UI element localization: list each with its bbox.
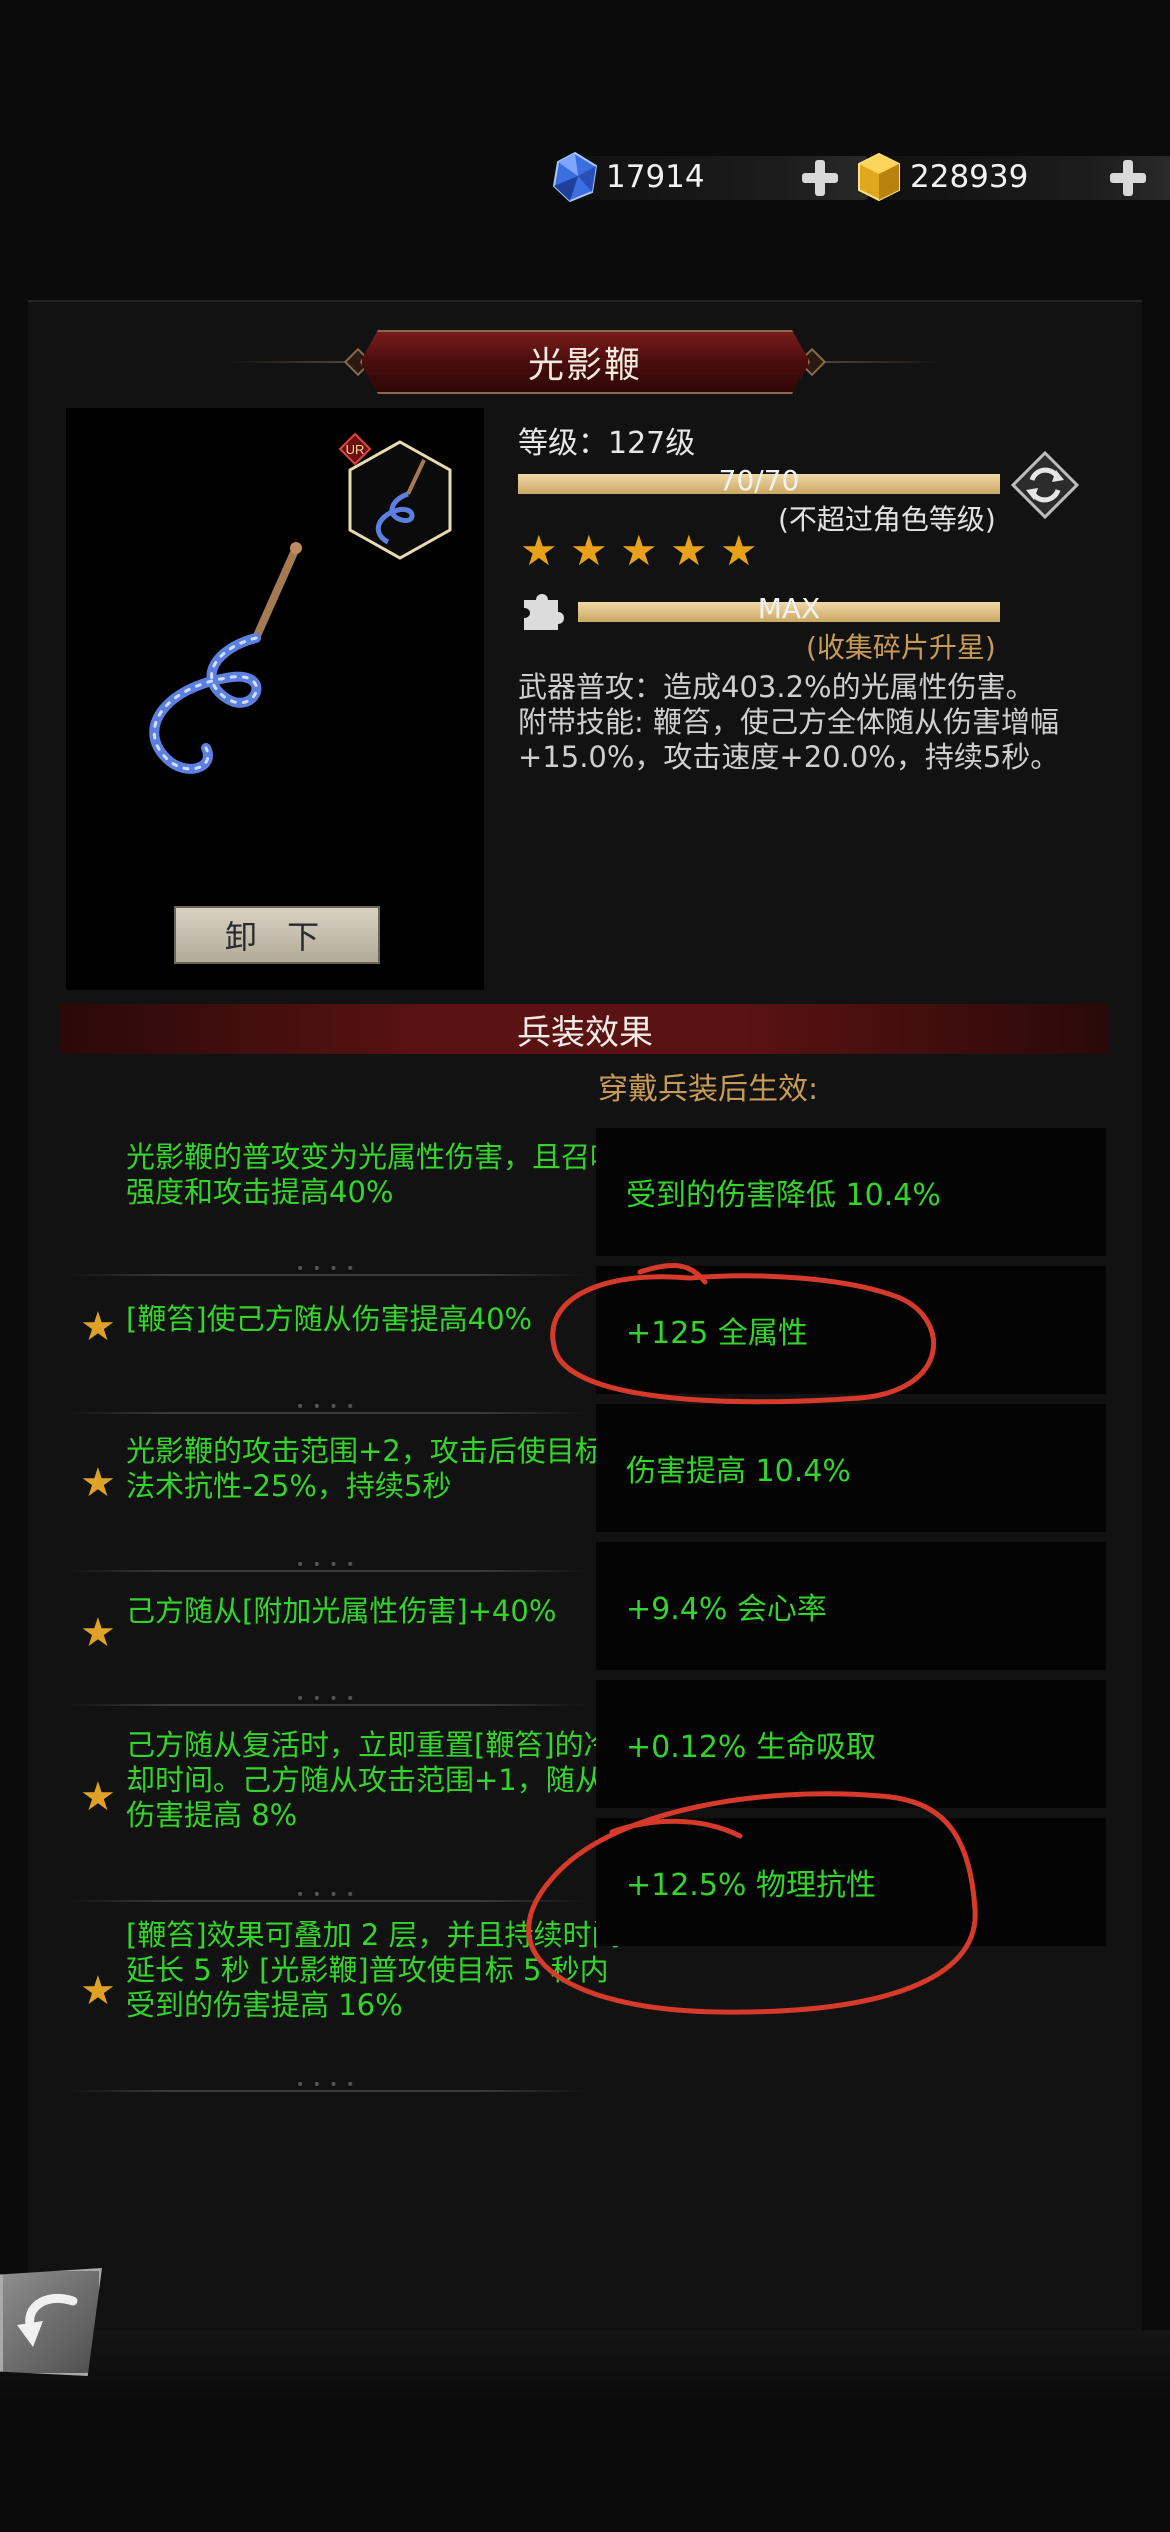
- stat-box: +125 全属性: [596, 1266, 1106, 1394]
- effect-item: ★ 己方随从复活时，立即重置[鞭笞]的冷却时间。己方随从攻击范围+1，随从伤害提…: [66, 1726, 613, 1903]
- fragment-progress-text: MAX: [757, 592, 821, 625]
- effect-text: 光影鞭的攻击范围+2，攻击后使目标法术抗性-25%，持续5秒: [126, 1434, 604, 1503]
- gem-amount: 17914: [606, 159, 705, 195]
- effect-item: ★ [鞭笞]效果可叠加 2 层，并且持续时间延长 5 秒 [光影鞭]普攻使目标 …: [66, 1916, 621, 2096]
- level-progress-text: 70/70: [718, 464, 800, 497]
- bottom-band: [0, 2330, 1170, 2400]
- star-icon: ★: [80, 1774, 116, 1820]
- gold-amount: 228939: [910, 159, 1029, 195]
- fragment-progress-bar: MAX: [578, 592, 1000, 625]
- star-icon: ★: [80, 1968, 116, 2014]
- whip-artwork: [149, 542, 302, 774]
- star-icon: ★: [570, 526, 608, 575]
- level-note: (不超过角色等级): [778, 503, 996, 536]
- back-button[interactable]: [0, 2268, 102, 2376]
- item-art-box: UR 卸 下: [66, 408, 484, 990]
- level-progress-bar: 70/70: [518, 464, 1000, 497]
- effect-item: ★ 光影鞭的攻击范围+2，攻击后使目标法术抗性-25%，持续5秒: [66, 1430, 604, 1573]
- upgrade-swap-icon[interactable]: [1010, 450, 1080, 520]
- item-name: 光影鞭: [527, 345, 642, 386]
- star-icon: ★: [80, 1460, 116, 1506]
- basic-attack-desc: 武器普攻：造成403.2%的光属性伤害。: [518, 670, 1035, 704]
- gold-currency: 228939: [852, 150, 1170, 204]
- stat-box: 受到的伤害降低 10.4%: [596, 1128, 1106, 1256]
- effects-section-header: 兵装效果: [60, 1004, 1110, 1054]
- back-arrow-icon: [17, 2293, 78, 2347]
- add-gems-button[interactable]: [800, 158, 840, 198]
- star-icon: ★: [720, 526, 758, 575]
- fragment-note: (收集碎片升星): [806, 631, 996, 664]
- star-icon: ★: [620, 526, 658, 575]
- stat-box: +0.12% 生命吸取: [596, 1680, 1106, 1808]
- gold-crystal-icon: [858, 152, 900, 202]
- gem-currency: 17914: [548, 150, 868, 204]
- item-level: 等级：127级: [518, 426, 696, 461]
- effect-text: [鞭笞]效果可叠加 2 层，并且持续时间延长 5 秒 [光影鞭]普攻使目标 5 …: [126, 1918, 621, 2022]
- effect-item: 光影鞭的普攻变为光属性伤害，且召唤强度和攻击提高40%: [66, 1136, 619, 1277]
- unequip-button[interactable]: 卸 下: [174, 906, 380, 964]
- item-description: 武器普攻：造成403.2%的光属性伤害。 附带技能: 鞭笞，使己方全体随从伤害增…: [518, 670, 1098, 775]
- effect-text: 光影鞭的普攻变为光属性伤害，且召唤强度和攻击提高40%: [126, 1140, 620, 1209]
- effect-text: 己方随从复活时，立即重置[鞭笞]的冷却时间。己方随从攻击范围+1，随从伤害提高 …: [126, 1728, 613, 1832]
- rarity-badge: UR: [338, 432, 372, 466]
- svg-text:UR: UR: [346, 442, 365, 457]
- star-icon: ★: [80, 1610, 116, 1656]
- skill-desc: 附带技能: 鞭笞，使己方全体随从伤害增幅+15.0%，攻击速度+20.0%，持续…: [518, 705, 1060, 774]
- effect-text: 己方随从[附加光属性伤害]+40%: [126, 1594, 557, 1628]
- effects-title: 兵装效果: [517, 1012, 653, 1053]
- stat-box: +12.5% 物理抗性: [596, 1818, 1106, 1946]
- star-icon: ★: [80, 1304, 116, 1350]
- star-icon: ★: [670, 526, 708, 575]
- add-gold-button[interactable]: [1108, 158, 1148, 198]
- item-title-banner: 光影鞭: [230, 330, 940, 394]
- puzzle-fragment-icon: [524, 594, 564, 630]
- blue-crystal-icon: [552, 151, 598, 203]
- stat-box: 伤害提高 10.4%: [596, 1404, 1106, 1532]
- effect-text: [鞭笞]使己方随从伤害提高40%: [126, 1302, 533, 1336]
- star-icon: ★: [520, 526, 558, 575]
- effect-item: ★ 己方随从[附加光属性伤害]+40%: [66, 1590, 586, 1707]
- stat-box: +9.4% 会心率: [596, 1542, 1106, 1670]
- item-star-rating: ★ ★ ★ ★ ★: [520, 526, 758, 575]
- effects-subtitle: 穿戴兵装后生效:: [598, 1072, 819, 1107]
- effect-item: ★ [鞭笞]使己方随从伤害提高40%: [66, 1280, 586, 1415]
